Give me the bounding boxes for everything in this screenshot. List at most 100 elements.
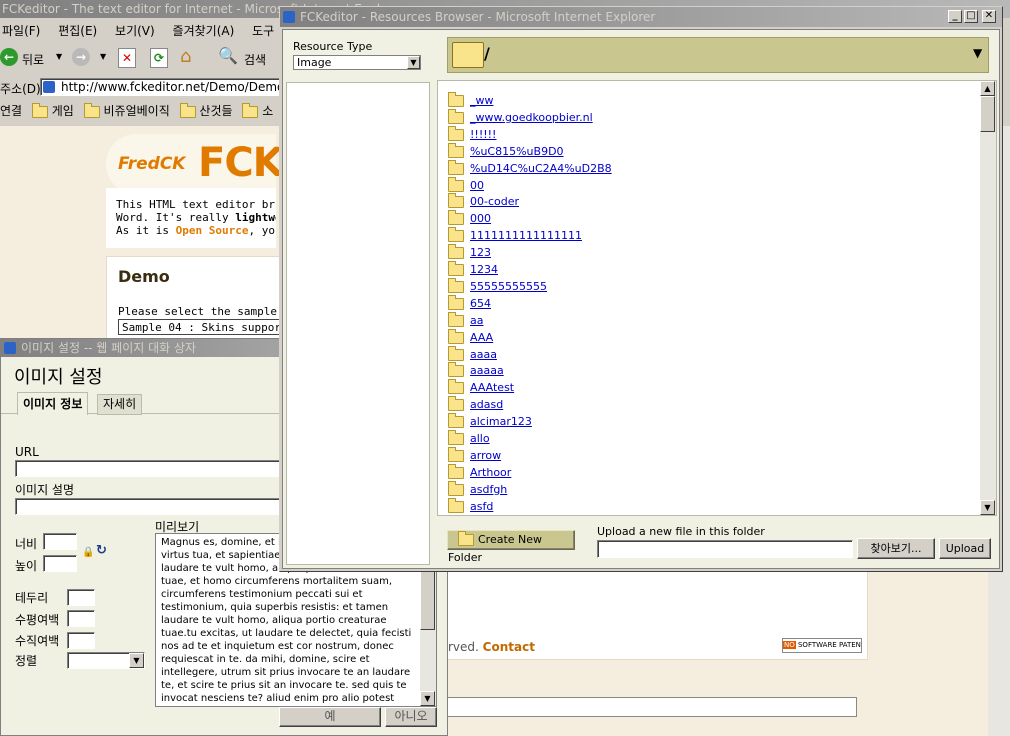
folder-link[interactable]: 55555555555 [470,280,547,293]
folder-link[interactable]: _www.goedkoopbier.nl [470,111,593,124]
folder-list-scroll-thumb[interactable] [980,96,995,132]
maximize-icon[interactable]: □ [964,10,978,23]
folder-link[interactable]: asfd [470,500,493,513]
back-button-label[interactable]: 뒤로 [22,51,44,68]
folder-list-item[interactable]: aaaaa [448,362,504,379]
link-vb[interactable]: 비쥬얼베이직 [104,104,170,118]
folder-link[interactable]: 00 [470,179,484,192]
folder-link[interactable]: AAA [470,331,493,344]
folder-list-item[interactable]: %uD14C%uC2A4%uD2B8 [448,160,612,177]
folder-link[interactable]: Arthoor [470,466,511,479]
folder-list-item[interactable]: aaaa [448,346,497,363]
folder-list-scrollbar[interactable]: ▲ ▼ [980,81,996,515]
alt-text-input[interactable] [15,498,285,515]
chevron-down-icon[interactable]: ▼ [129,653,144,668]
folder-link[interactable]: asdfgh [470,483,507,496]
folder-link[interactable]: !!!!!! [470,128,496,141]
folder-list-item[interactable]: %uC815%uB9D0 [448,143,564,160]
folder-link[interactable]: allo [470,432,490,445]
scroll-up-icon[interactable]: ▲ [980,81,995,96]
width-input[interactable] [43,533,77,550]
cancel-button[interactable]: 아니오 [385,707,437,727]
folder-link[interactable]: aa [470,314,483,327]
menu-file[interactable]: 파일(F) [2,24,40,38]
stop-icon[interactable]: ✕ [118,48,136,68]
back-arrow-icon[interactable]: ← [0,48,18,66]
folder-list-item[interactable]: AAA [448,329,493,346]
folder-link[interactable]: arrow [470,449,501,462]
chevron-down-icon[interactable]: ▼ [407,56,420,69]
folder-link[interactable]: 00-coder [470,195,519,208]
folder-link[interactable]: _ww [470,94,494,107]
menu-edit[interactable]: 편집(E) [58,24,97,38]
folder-list-item[interactable]: 1111111111111111 [448,227,582,244]
folder-list-item[interactable]: _ww [448,92,494,109]
reset-size-icon[interactable]: ↻ [96,543,107,558]
menu-view[interactable]: 보기(V) [115,24,155,38]
link-stuff[interactable]: 산것들 [199,104,232,118]
search-icon[interactable]: 🔍 [218,46,238,65]
folder-link[interactable]: %uC815%uB9D0 [470,145,564,158]
folder-link[interactable]: adasd [470,398,503,411]
folder-list-item[interactable]: 00-coder [448,193,519,210]
folder-link[interactable]: %uD14C%uC2A4%uD2B8 [470,162,612,175]
menu-tools[interactable]: 도구 [252,24,274,38]
folder-list-item[interactable]: !!!!!! [448,126,496,143]
folder-link[interactable]: AAAtest [470,381,514,394]
back-dropdown-icon[interactable]: ▼ [56,52,62,61]
folder-list-item[interactable]: 1234 [448,261,498,278]
folder-list-item[interactable]: Arthoor [448,464,511,481]
link-games[interactable]: 게임 [52,104,74,118]
folder-list-item[interactable]: arrow [448,447,501,464]
height-input[interactable] [43,555,77,572]
align-select[interactable]: ▼ [67,652,145,669]
search-button-label[interactable]: 검색 [244,51,266,68]
folder-link[interactable]: 1234 [470,263,498,276]
resource-type-select[interactable]: Image ▼ [293,55,421,70]
address-input[interactable]: http://www.fckeditor.net/Demo/Demo [40,78,284,96]
folder-link[interactable]: 123 [470,246,491,259]
folder-list-item[interactable]: _www.goedkoopbier.nl [448,109,593,126]
forward-dropdown-icon[interactable]: ▼ [100,52,106,61]
folder-link[interactable]: aaaaa [470,364,504,377]
link-more[interactable]: 소 [262,104,273,118]
folder-list-item[interactable]: 654 [448,295,491,312]
folder-list-item[interactable]: allo [448,430,490,447]
folder-list-item[interactable]: 000 [448,210,491,227]
create-new-folder-button[interactable]: Create New Folder [447,530,575,564]
folder-link[interactable]: 1111111111111111 [470,229,582,242]
ok-button[interactable]: 예 [279,707,381,727]
folder-link[interactable]: 654 [470,297,491,310]
close-icon[interactable]: ✕ [982,10,996,23]
upload-button[interactable]: Upload [939,538,991,559]
chevron-down-icon[interactable]: ▼ [973,46,982,60]
scroll-down-icon[interactable]: ▼ [980,500,995,515]
contact-link[interactable]: Contact [483,640,535,654]
folder-list-item[interactable]: aa [448,312,483,329]
folder-link[interactable]: 000 [470,212,491,225]
software-patents-badge[interactable]: NO SOFTWARE PATENTS [782,638,862,653]
forward-arrow-icon[interactable]: → [72,48,90,66]
minimize-icon[interactable]: _ [948,10,962,23]
sample-select[interactable]: Sample 04 : Skins support [118,319,288,335]
url-input[interactable] [15,460,285,477]
scroll-down-icon[interactable]: ▼ [420,691,435,706]
folder-link[interactable]: alcimar123 [470,415,532,428]
folder-list-item[interactable]: 00 [448,177,484,194]
lock-ratio-icon[interactable]: 🔒 [82,547,94,558]
folder-list-item[interactable]: asfd [448,498,493,515]
browse-button[interactable]: 찾아보기... [857,538,935,559]
folder-list-item[interactable]: asdfgh [448,481,507,498]
menu-favorites[interactable]: 즐겨찾기(A) [173,24,235,38]
tab-image-info[interactable]: 이미지 정보 [17,392,89,415]
folder-link[interactable]: aaaa [470,348,497,361]
upload-file-input[interactable] [597,540,853,558]
folder-list-item[interactable]: alcimar123 [448,413,532,430]
folder-list-item[interactable]: AAAtest [448,379,514,396]
folder-list-item[interactable]: adasd [448,396,503,413]
folder-list-item[interactable]: 123 [448,244,491,261]
hspace-input[interactable] [67,610,95,627]
refresh-icon[interactable]: ⟳ [150,48,168,68]
home-icon[interactable]: ⌂ [180,46,191,67]
folder-list-item[interactable]: 55555555555 [448,278,547,295]
